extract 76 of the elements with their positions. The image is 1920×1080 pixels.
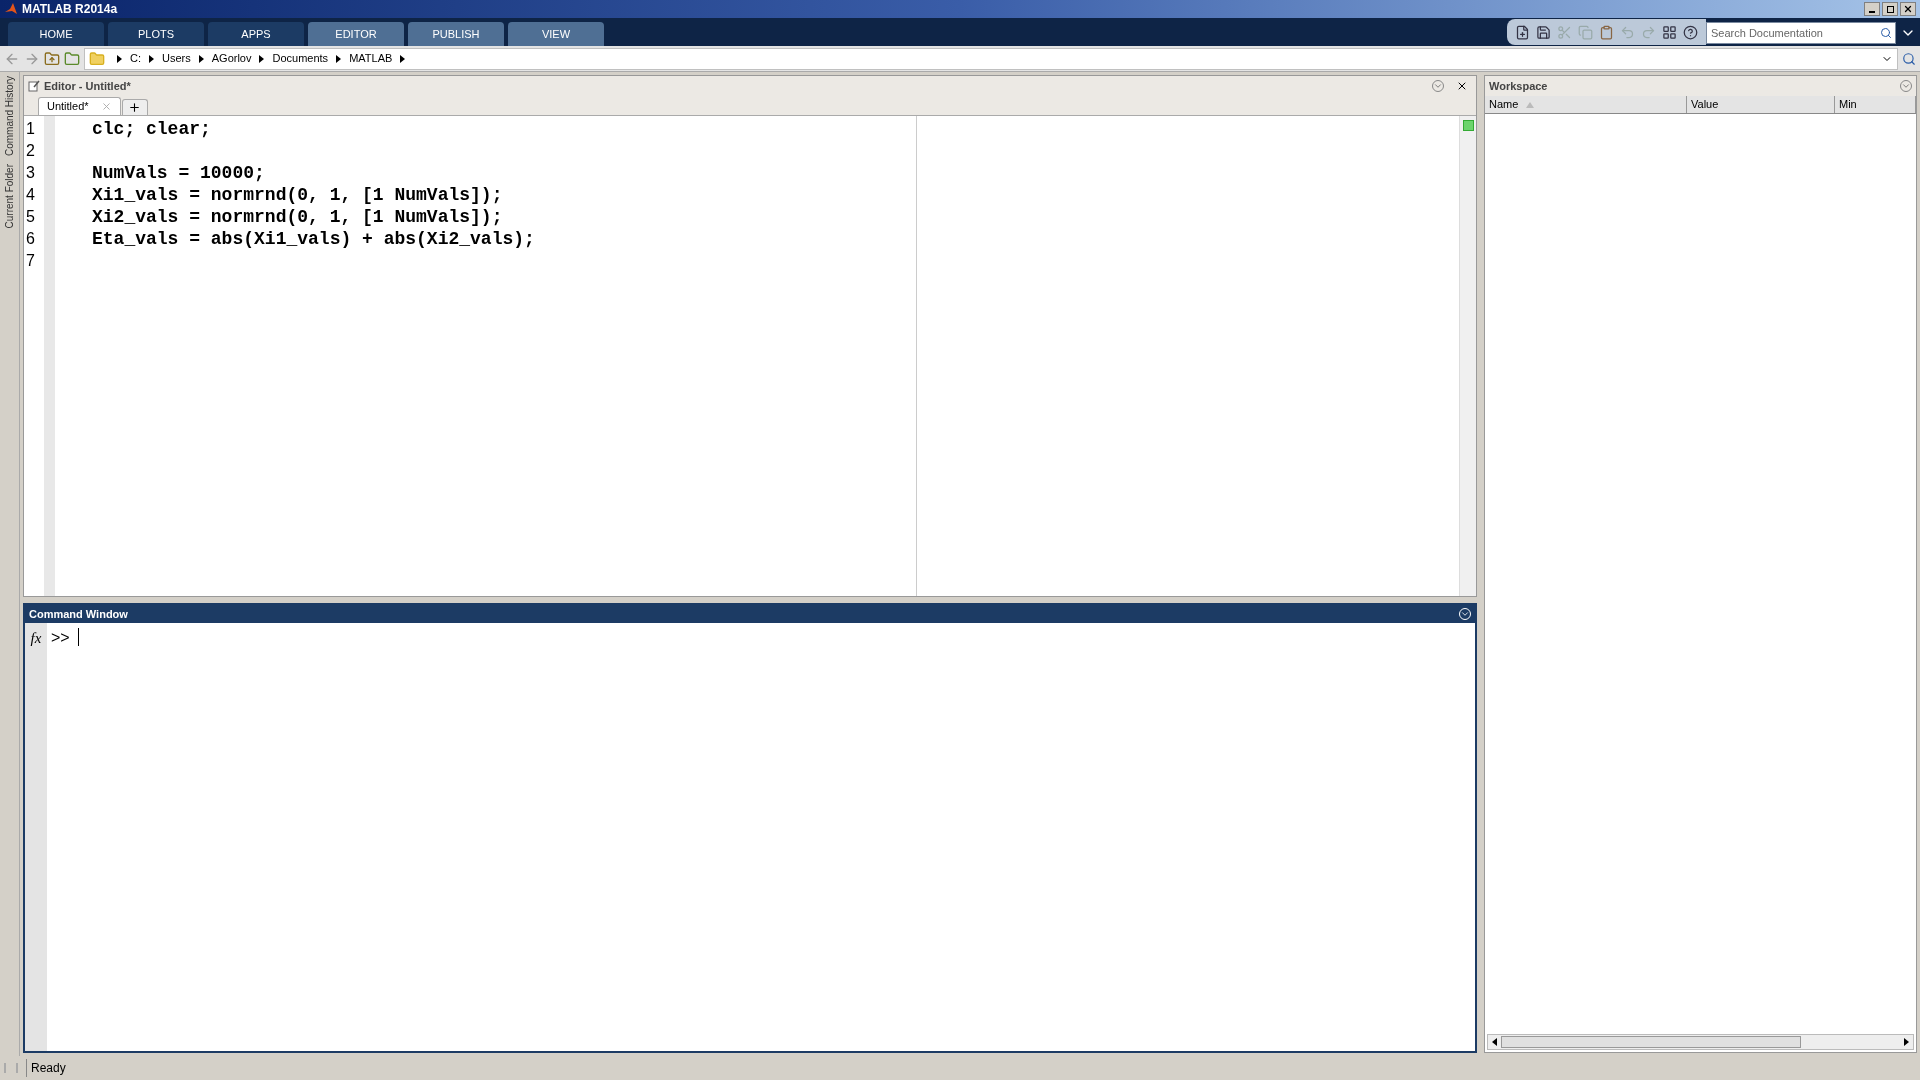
path-segment[interactable]: AGorlov: [211, 50, 252, 67]
path-segment[interactable]: Documents: [272, 50, 329, 67]
separator-arrow-icon: [336, 54, 342, 63]
line-number: 1: [25, 119, 36, 139]
status-indicator-icon: [1462, 120, 1474, 131]
minimize-icon: [1869, 11, 1875, 13]
text-cursor: [77, 628, 79, 646]
panel-title: Workspace: [1489, 78, 1548, 94]
panel-title: Editor - Untitled*: [44, 78, 131, 94]
ribbon-tab[interactable]: VIEW: [508, 22, 604, 46]
column-header[interactable]: Name: [1485, 96, 1687, 113]
command-prompt: >>: [51, 628, 70, 648]
ribbon-tab[interactable]: PUBLISH: [408, 22, 504, 46]
side-tab[interactable]: Current Folder: [0, 164, 21, 229]
code-line: Xi1_vals = normrnd(0, 1, [1 NumVals]);: [92, 185, 503, 205]
paste-icon: [1599, 24, 1614, 40]
new-shortcut-icon: [1515, 24, 1530, 40]
sort-arrow-icon: [1526, 101, 1535, 108]
layout-icon: [1662, 24, 1677, 40]
restore-icon: [1886, 5, 1894, 13]
editor-pencil-icon: [28, 80, 40, 92]
cut-icon: [1557, 24, 1572, 40]
folder-icon: [89, 50, 105, 67]
line-number: 7: [25, 251, 36, 271]
path-segment[interactable]: MATLAB: [349, 50, 393, 67]
grip-icon: [4, 1063, 18, 1073]
line-number: 6: [25, 229, 36, 249]
help-icon: [1683, 24, 1698, 40]
document-tab[interactable]: Untitled*: [38, 97, 121, 115]
plus-icon: [128, 101, 142, 114]
path-segment[interactable]: Users: [162, 50, 191, 67]
line-number: 3: [25, 163, 36, 183]
copy-icon: [1578, 24, 1593, 40]
panel-title: Command Window: [29, 606, 128, 622]
line-number: 2: [25, 141, 36, 161]
separator-arrow-icon: [259, 54, 265, 63]
window-title: MATLAB R2014a: [22, 1, 118, 18]
status-text: Ready: [26, 1059, 66, 1077]
side-tab[interactable]: Command History: [0, 76, 21, 157]
function-browser-icon[interactable]: fx: [30, 627, 42, 645]
code-line: NumVals = 10000;: [92, 163, 265, 183]
column-header[interactable]: Value: [1687, 96, 1835, 113]
close-icon: [1456, 80, 1468, 92]
path-segment[interactable]: C:: [130, 50, 141, 67]
restore-button[interactable]: [1882, 2, 1898, 16]
browse-folder-icon: [64, 50, 80, 67]
scrollbar-thumb[interactable]: [1501, 1036, 1801, 1048]
ribbon-tab[interactable]: HOME: [8, 22, 104, 46]
undo-icon: [1620, 24, 1635, 40]
horizontal-scrollbar[interactable]: [1487, 1034, 1914, 1050]
address-field[interactable]: C: Users AGorlov Documents MATLAB: [84, 47, 1898, 70]
search-field[interactable]: Search Documentation: [1706, 22, 1896, 44]
new-tab-button[interactable]: [121, 99, 148, 115]
ribbon-tab[interactable]: PLOTS: [108, 22, 204, 46]
line-number: 4: [25, 185, 36, 205]
save-icon: [1536, 24, 1551, 40]
redo-icon: [1641, 24, 1656, 40]
close-tab-icon: [100, 101, 112, 112]
separator-arrow-icon: [117, 54, 122, 63]
search-icon: [1902, 51, 1916, 66]
ribbon-tab[interactable]: EDITOR: [308, 22, 404, 46]
separator-arrow-icon: [400, 54, 406, 63]
minimize-button[interactable]: [1864, 2, 1880, 16]
app-logo-icon: [4, 2, 18, 16]
column-header[interactable]: Min: [1835, 96, 1916, 113]
code-line: Xi2_vals = normrnd(0, 1, [1 NumVals]);: [92, 207, 503, 227]
line-number: 5: [25, 207, 36, 227]
search-icon: [1880, 27, 1892, 39]
close-icon: [1903, 4, 1913, 14]
close-button[interactable]: [1900, 2, 1916, 16]
folder-up-icon: [44, 50, 60, 67]
ribbon-tab[interactable]: APPS: [208, 22, 304, 46]
code-line: Eta_vals = abs(Xi1_vals) + abs(Xi2_vals);: [92, 229, 535, 249]
separator-arrow-icon: [198, 54, 204, 63]
separator-arrow-icon: [149, 54, 154, 63]
code-line: clc; clear;: [92, 119, 211, 139]
